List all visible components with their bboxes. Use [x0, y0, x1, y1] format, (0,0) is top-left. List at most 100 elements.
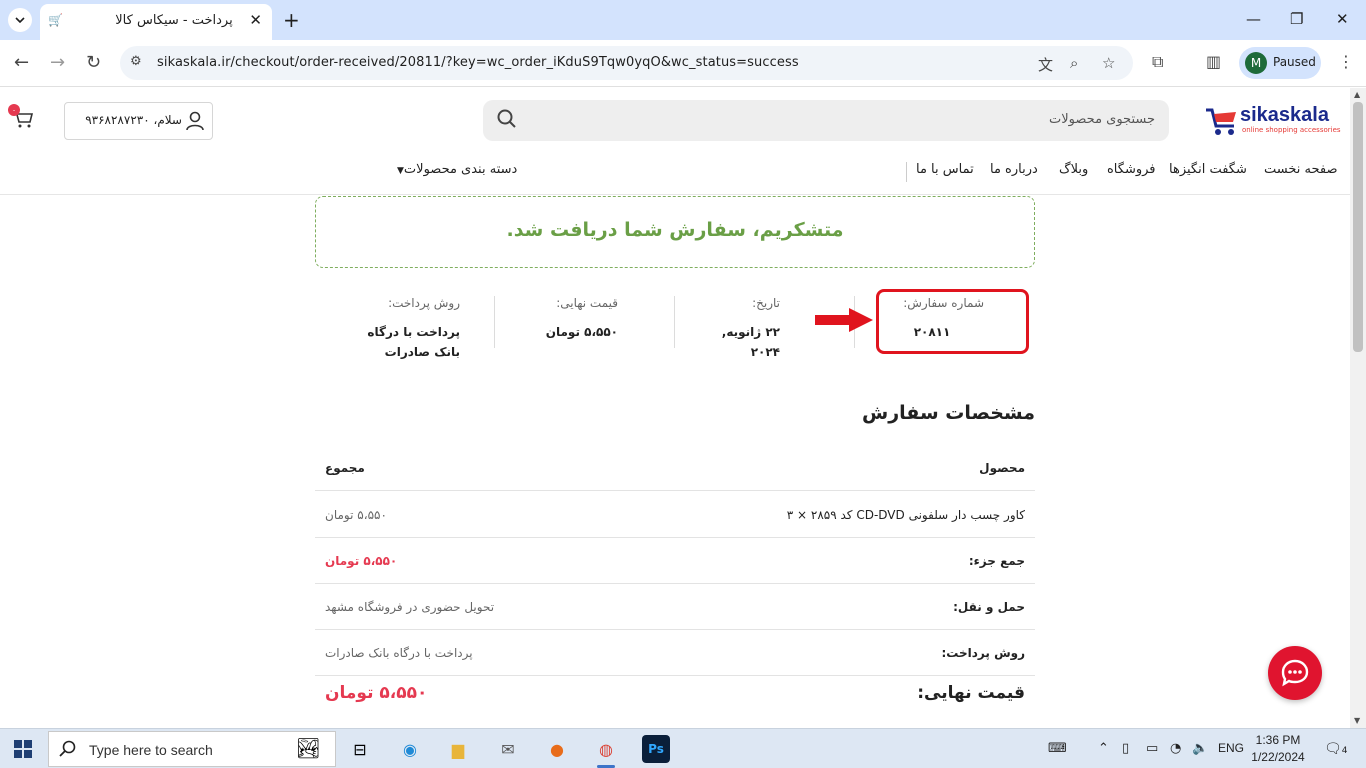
thank-you-message: متشکریم، سفارش شما دریافت شد. [506, 219, 844, 241]
table-row: کاور چسب دار سلفونی CD-DVD کد ۲۸۵۹ × ۳ ۵… [315, 493, 1035, 538]
task-view-icon[interactable]: ⊟ [346, 735, 374, 763]
search-highlight-icon: 🏞 [295, 736, 321, 760]
show-hidden-icons-chevron-icon[interactable]: ⌃ [1098, 741, 1109, 756]
photoshop-icon[interactable]: Ps [642, 735, 670, 763]
volume-icon[interactable]: 🔈 [1192, 741, 1208, 756]
zoom-icon[interactable]: ⌕ [1070, 54, 1078, 72]
forward-icon[interactable]: → [50, 52, 65, 73]
col-total-header: مجموع [325, 461, 365, 475]
tab-search-button[interactable] [8, 8, 32, 32]
item-total: ۵،۵۵۰ تومان [325, 508, 387, 522]
brand-tagline: online shopping accessories [1242, 126, 1341, 134]
edge-icon[interactable]: ◉ [396, 735, 424, 763]
scroll-down-icon[interactable]: ▼ [1354, 716, 1360, 725]
minimize-icon[interactable]: — [1246, 10, 1261, 28]
page-scrollbar[interactable]: ▲ ▼ [1350, 88, 1366, 728]
translate-icon[interactable]: 文 [1038, 54, 1053, 75]
header-divider [0, 194, 1350, 195]
close-tab-icon[interactable]: ✕ [249, 11, 262, 29]
cart-favicon-icon: 🛒 [48, 13, 63, 27]
scrollbar-thumb[interactable] [1353, 102, 1363, 352]
cart-count-badge: ۰ [8, 104, 20, 116]
payment-method-label: روش پرداخت: [941, 646, 1026, 660]
active-tab[interactable]: 🛒 پرداخت - سیکاس کالا ✕ [40, 4, 272, 40]
search-icon [59, 740, 76, 757]
account-button[interactable]: سلام، ۹۳۶۸۲۸۷۲۳۰ [64, 102, 213, 140]
chat-button[interactable] [1268, 646, 1322, 700]
notification-count: 4 [1341, 746, 1348, 756]
keyboard-icon[interactable]: ⌨ [1048, 741, 1067, 756]
table-header-row: محصول مجموع [315, 446, 1035, 491]
url-text[interactable]: sikaskala.ir/checkout/order-received/208… [157, 55, 799, 70]
overview-separator [494, 296, 495, 348]
overview-separator [674, 296, 675, 348]
profile-status: Paused [1273, 55, 1316, 69]
cart-button[interactable]: ۰ [8, 104, 34, 133]
search-placeholder: جستجوی محصولات [1049, 112, 1155, 127]
back-icon[interactable]: ← [14, 52, 29, 73]
wifi-icon[interactable]: ◔ [1170, 741, 1181, 756]
restore-icon[interactable]: ❐ [1290, 10, 1303, 28]
total-label: قیمت نهایی: [556, 296, 618, 310]
caret-down-icon: ▼ [397, 166, 404, 176]
file-explorer-icon[interactable]: ▆ [444, 735, 472, 763]
extensions-icon[interactable]: ⧉ [1152, 52, 1163, 72]
taskbar-search[interactable]: Type here to search 🏞 [48, 731, 336, 767]
language-indicator[interactable]: ENG [1218, 741, 1244, 755]
windows-start-icon[interactable] [14, 740, 32, 758]
subtotal-label: جمع جزء: [968, 554, 1025, 568]
date-value: ۲۲ ژانویه, ۲۰۲۴ [721, 325, 780, 359]
order-details-title: مشخصات سفارش [861, 402, 1035, 424]
new-tab-icon[interactable]: + [283, 8, 300, 32]
nav-divider [906, 162, 907, 182]
chrome-icon[interactable]: ◍ [592, 735, 620, 763]
subtotal-value: ۵،۵۵۰ تومان [325, 554, 398, 568]
site-logo[interactable]: sikaskala online shopping accessories [1204, 102, 1341, 138]
device-icon[interactable]: ▯ [1122, 741, 1129, 756]
taskbar-clock[interactable]: 1:36 PM 1/22/2024 [1248, 732, 1308, 766]
firefox-icon[interactable]: ● [543, 735, 571, 763]
notifications-icon[interactable]: 🗨4 [1324, 741, 1348, 757]
nav-shop[interactable]: فروشگاه [1107, 162, 1156, 177]
shipping-label: حمل و نقل: [953, 600, 1025, 614]
date-label: تاریخ: [752, 296, 780, 310]
order-number-highlight-box [876, 289, 1029, 354]
nav-blog[interactable]: وبلاگ [1059, 162, 1088, 177]
item-name[interactable]: کاور چسب دار سلفونی CD-DVD کد ۲۸۵۹ × ۳ [787, 508, 1025, 522]
final-price-label: قیمت نهایی: [917, 683, 1025, 703]
bookmark-star-icon[interactable]: ☆ [1102, 54, 1115, 72]
nav-home[interactable]: صفحه نخست [1264, 162, 1337, 177]
total-value: ۵،۵۵۰ تومان [545, 325, 618, 339]
profile-button[interactable]: M Paused [1239, 47, 1321, 79]
nav-categories[interactable]: دسته بندی محصولات▼ [397, 162, 517, 177]
battery-icon[interactable]: ▭ [1146, 741, 1158, 756]
overview-payment: روش پرداخت: پرداخت با درگاه بانک صادرات [340, 296, 460, 362]
final-price-value: ۵،۵۵۰ تومان [325, 683, 428, 703]
taskbar-search-text: Type here to search [89, 742, 213, 758]
search-icon[interactable] [497, 109, 517, 129]
clock-date: 1/22/2024 [1251, 750, 1305, 764]
address-bar[interactable]: ⚙ sikaskala.ir/checkout/order-received/2… [120, 46, 1133, 80]
close-window-icon[interactable]: ✕ [1336, 10, 1349, 28]
shipping-value: تحویل حضوری در فروشگاه مشهد [325, 600, 495, 614]
table-row: جمع جزء: ۵،۵۵۰ تومان [315, 539, 1035, 584]
avatar: M [1245, 52, 1267, 74]
reload-icon[interactable]: ↻ [86, 52, 101, 73]
nav-contact[interactable]: تماس با ما [916, 162, 974, 177]
col-product-header: محصول [979, 461, 1025, 475]
product-search[interactable]: جستجوی محصولات [483, 100, 1169, 141]
site-info-icon[interactable]: ⚙ [130, 54, 142, 69]
windows-taskbar: Type here to search 🏞 ⊟ ◉ ▆ ✉ ● ◍ Ps ⌨ ⌃… [0, 728, 1366, 768]
browser-toolbar: ← → ↻ ⚙ sikaskala.ir/checkout/order-rece… [0, 40, 1366, 87]
mail-icon[interactable]: ✉ [494, 735, 522, 763]
nav-gadgets[interactable]: شگفت انگیزها [1169, 162, 1247, 177]
payment-value: پرداخت با درگاه بانک صادرات [367, 325, 460, 359]
account-greeting: سلام، ۹۳۶۸۲۸۷۲۳۰ [85, 113, 182, 127]
nav-about[interactable]: درباره ما [990, 162, 1038, 177]
menu-kebab-icon[interactable]: ⋮ [1338, 52, 1354, 71]
order-received-notice: متشکریم، سفارش شما دریافت شد. [315, 196, 1035, 268]
chevron-down-icon [15, 17, 25, 23]
browser-tab-bar: 🛒 پرداخت - سیکاس کالا ✕ + — ❐ ✕ [0, 0, 1366, 40]
scroll-up-icon[interactable]: ▲ [1354, 90, 1360, 99]
side-panel-icon[interactable]: ▥ [1206, 52, 1221, 71]
